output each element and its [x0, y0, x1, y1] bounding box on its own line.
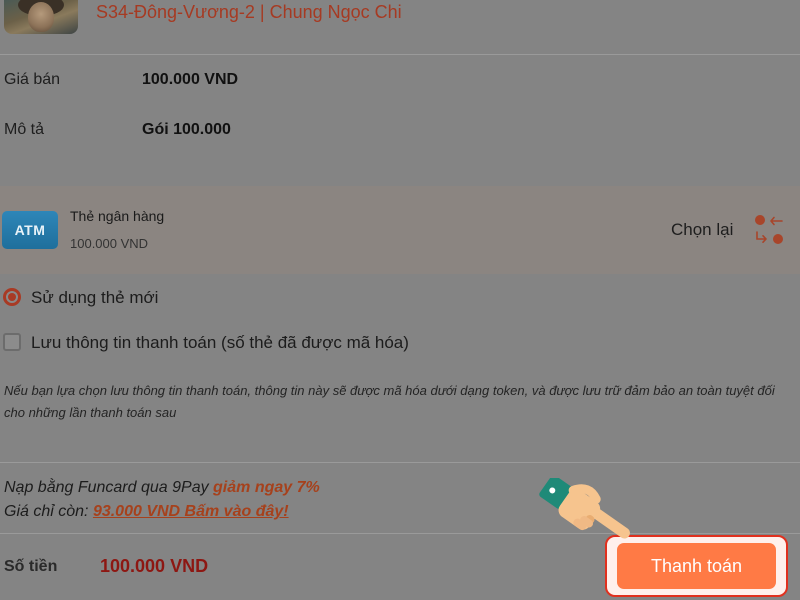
divider — [0, 462, 800, 463]
atm-card-icon: ATM — [2, 211, 58, 249]
payment-panel: S34-Đông-Vương-2 | Chung Ngọc Chi Giá bá… — [0, 0, 800, 600]
promo-discount: giảm ngay 7% — [213, 479, 320, 496]
payment-method-amount: 100.000 VND — [70, 236, 149, 251]
save-info-checkbox[interactable] — [3, 333, 21, 351]
reselect-button[interactable]: Chọn lại — [671, 220, 733, 240]
description-label: Mô tả — [4, 121, 45, 138]
use-new-card-radio[interactable] — [3, 288, 21, 306]
promo-line-2: Giá chỉ còn: 93.000 VND Bấm vào đây! — [4, 503, 289, 521]
payment-method-name: Thẻ ngân hàng — [70, 208, 165, 224]
promo-line-1: Nạp bằng Funcard qua 9Pay giảm ngay 7% — [4, 479, 320, 497]
promo-link[interactable]: 93.000 VND Bấm vào đây! — [93, 503, 289, 520]
game-avatar — [4, 0, 78, 34]
divider — [0, 54, 800, 55]
save-info-note: Nếu bạn lựa chọn lưu thông tin thanh toá… — [4, 383, 775, 420]
pay-button[interactable]: Thanh toán — [617, 543, 776, 589]
use-new-card-label[interactable]: Sử dụng thẻ mới — [31, 288, 158, 308]
total-label: Số tiền — [4, 558, 58, 575]
save-info-label[interactable]: Lưu thông tin thanh toán (số thẻ đã được… — [31, 333, 409, 353]
price-label: Giá bán — [4, 71, 61, 88]
price-value: 100.000 VND — [142, 71, 239, 88]
swap-icon[interactable] — [752, 212, 786, 248]
description-value: Gói 100.000 — [142, 121, 231, 138]
game-title: S34-Đông-Vương-2 | Chung Ngọc Chi — [96, 2, 402, 22]
promo-price-text: Giá chỉ còn: — [4, 503, 93, 520]
promo-text: Nạp bằng Funcard qua 9Pay — [4, 479, 214, 496]
total-value: 100.000 VND — [100, 556, 209, 576]
divider — [0, 533, 800, 534]
pointing-hand-icon — [539, 478, 630, 539]
